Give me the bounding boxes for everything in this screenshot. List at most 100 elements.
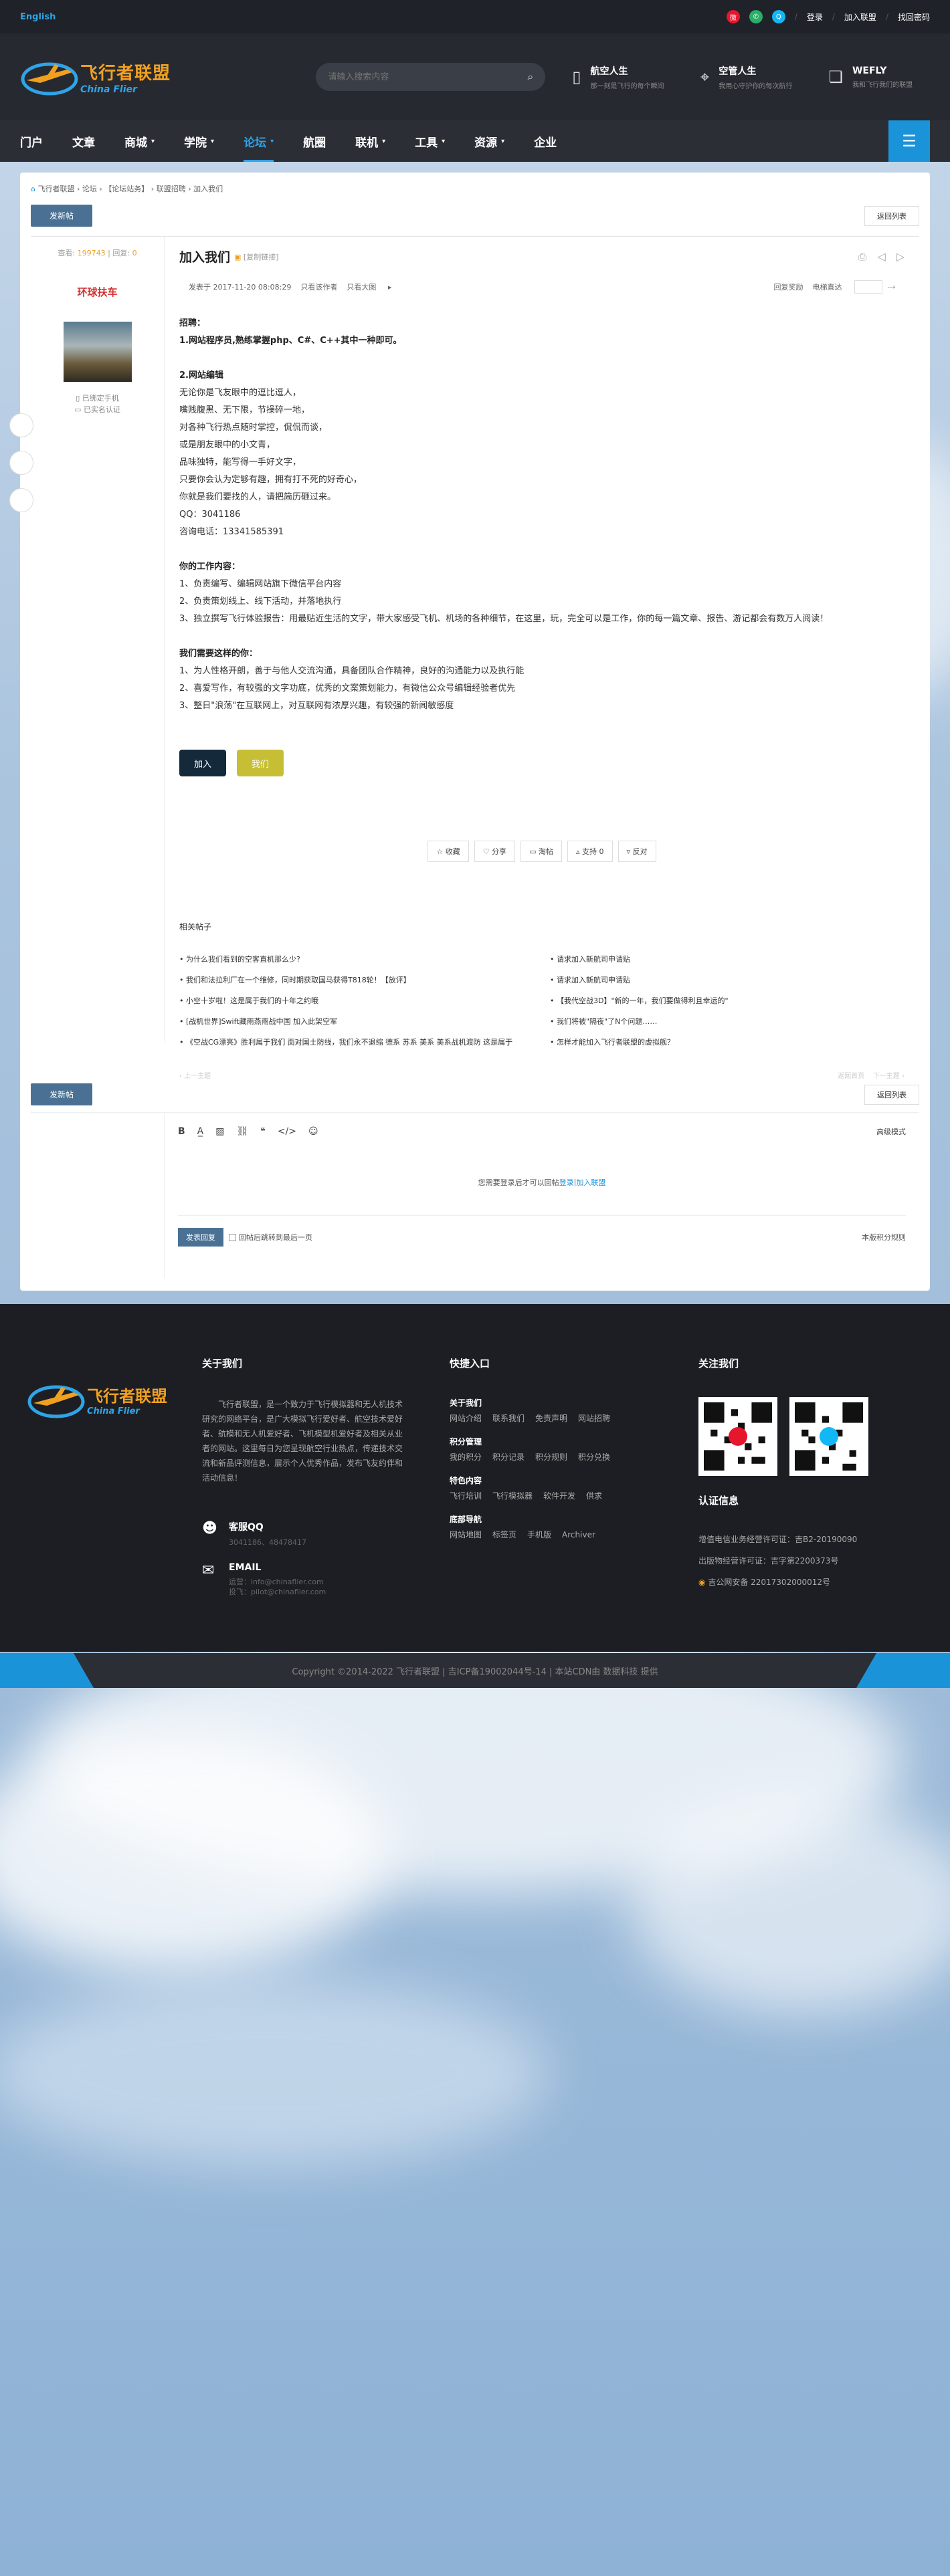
related-item[interactable]: • 怎样才能加入飞行者联盟的虚拟舰？ (550, 1037, 884, 1047)
top-bar: English 微 ✆ Q / 登录 / 加入联盟 / 找回密码 (0, 0, 950, 33)
header-link-wefly[interactable]: ❏ WEFLY 我和飞行我们的联盟 (828, 66, 930, 89)
radar-icon: ⌖ (700, 68, 710, 86)
go-icon[interactable]: ⤏ (888, 282, 895, 292)
support-button[interactable]: ▵ 支持 0 (567, 841, 613, 862)
prev-topic-link[interactable]: ‹ 上一主题 (179, 1070, 211, 1080)
emoji-icon[interactable]: ☺ (308, 1126, 318, 1137)
search-icon[interactable]: ⌕ (527, 70, 533, 84)
home-icon[interactable]: ⌂ (31, 185, 35, 193)
thread-pager: ‹ 上一主题 返回首页 下一主题 › (179, 1070, 905, 1080)
quote-icon[interactable]: ❝ (260, 1126, 266, 1137)
floor-input[interactable] (854, 280, 882, 294)
nav-item-academy[interactable]: 学院 ▾ (184, 120, 214, 162)
post-line: 无论你是飞友眼中的逗比逗人， (179, 388, 302, 398)
search-box: ⌕ (316, 63, 546, 91)
next-thread-icon[interactable]: ▷ (896, 250, 905, 263)
related-item[interactable]: • 小空十岁啦！这是属于我们的十年之约哦 (179, 995, 550, 1006)
side-tool-button[interactable] (9, 488, 33, 512)
image-icon[interactable]: ▨ (215, 1126, 224, 1137)
nav-item-forum[interactable]: 论坛 ▾ (244, 120, 274, 162)
related-item[interactable]: • 【我代空战3D】"新的一年，我们要做得利且幸运的" (550, 995, 884, 1006)
post: 查看: 199743 | 回复: 0 环球扶车 ▯ 已绑定手机 ▭ 已实名认证 … (31, 236, 919, 1091)
back-to-list-button[interactable]: 返回列表 (864, 205, 919, 226)
qq-icon: ☻ (202, 1520, 217, 1537)
prev-thread-icon[interactable]: ◁ (877, 250, 885, 263)
side-tool-button[interactable] (9, 413, 33, 437)
nav-item-enterprise[interactable]: 企业 (534, 120, 557, 162)
nav-item-online[interactable]: 联机 ▾ (355, 120, 385, 162)
join-link-reply[interactable]: 加入联盟 (576, 1177, 605, 1188)
related-item[interactable]: • 请求加入新航司申请贴 (550, 974, 884, 985)
header-link-aviation[interactable]: ▯ 航空人生 那一刻是飞行的每个瞬间 (572, 64, 674, 90)
copyright-bar: Copyright ©2014-2022 飞行者联盟 | 吉ICP备190020… (0, 1653, 950, 1688)
reply-textarea[interactable]: 您需要登录后才可以回帖 登录 | 加入联盟 (178, 1149, 906, 1216)
qq-icon[interactable]: Q (771, 10, 785, 23)
nav-item-circle[interactable]: 航圈 (303, 120, 326, 162)
bold-icon[interactable]: B (178, 1126, 185, 1137)
nav-item-portal[interactable]: 门户 (20, 120, 43, 162)
post-line: 我们需要这样的你： (179, 649, 258, 659)
home-link[interactable]: 返回首页 (838, 1073, 864, 1080)
related-item[interactable]: • 请求加入新航司申请贴 (550, 954, 884, 964)
nav-item-resources[interactable]: 资源 ▾ (474, 120, 504, 162)
nav-item-tools[interactable]: 工具 ▾ (415, 120, 445, 162)
post-line: 嘴贱腹黑、无下限，节操碎一地， (179, 405, 310, 415)
breadcrumb: ⌂ 飞行者联盟 › 论坛 › 【论坛站务】 › 联盟招聘 › 加入我们 (31, 185, 223, 193)
avatar[interactable] (63, 322, 132, 382)
footer-logo[interactable]: 飞行者联盟 China Flier (27, 1376, 167, 1423)
search-input[interactable] (328, 72, 528, 82)
submit-reply-button[interactable]: 发表回复 (178, 1228, 223, 1247)
post-line: 对各种飞行热点随时掌控，侃侃而谈， (179, 423, 328, 433)
link-icon[interactable]: ⛓ (236, 1126, 248, 1137)
related-item[interactable]: • 《空战CG漂亮》胜利属于我们 面对国土防线，我们永不退缩 德系 苏系 美系 … (179, 1037, 550, 1047)
new-post-button[interactable]: 发新帖 (31, 205, 93, 227)
weibo-qr-code (698, 1397, 777, 1476)
weibo-icon[interactable]: 微 (726, 10, 740, 23)
related-item[interactable]: • [战机世界]Swift藏雨燕雨战中国 加入此架空军 (179, 1016, 550, 1027)
chevron-right-icon: ▸ (387, 283, 392, 292)
related-item[interactable]: • 我们和法拉利厂在一个维修，同时期获取国马获得T818轮！【放评】 (179, 974, 550, 985)
next-topic-link[interactable]: 下一主题 › (873, 1073, 905, 1080)
nav-item-articles[interactable]: 文章 (72, 120, 95, 162)
about-us-button[interactable]: 我们 (237, 750, 284, 776)
wechat-icon[interactable]: ✆ (749, 10, 763, 23)
nav-item-shop[interactable]: 商城 ▾ (124, 120, 155, 162)
favorite-button[interactable]: ☆ 收藏 (428, 841, 469, 862)
join-link[interactable]: 加入联盟 (844, 11, 876, 23)
jump-last-checkbox[interactable] (229, 1233, 236, 1241)
new-post-button-bottom[interactable]: 发新帖 (31, 1083, 93, 1105)
author-panel: 查看: 199743 | 回复: 0 环球扶车 ▯ 已绑定手机 ▭ 已实名认证 (31, 237, 165, 1043)
related-item[interactable]: • 为什么我们看到的空客直机那么少? (179, 954, 550, 964)
collect-button[interactable]: ▭ 淘帖 (520, 841, 563, 862)
site-logo[interactable]: 飞行者联盟 China Flier (20, 53, 172, 100)
login-link-reply[interactable]: 登录 (559, 1177, 574, 1188)
post-line: QQ：3041186 (179, 510, 241, 520)
forgot-password-link[interactable]: 找回密码 (898, 11, 930, 23)
points-rules-link[interactable]: 本版积分规则 (862, 1232, 906, 1243)
oppose-button[interactable]: ▿ 反对 (618, 841, 656, 862)
font-color-icon[interactable]: A̲ (197, 1126, 204, 1137)
join-button[interactable]: 加入 (179, 750, 226, 776)
post-line: 3、独立撰写飞行体验报告：用最贴近生活的文字，带大家感受飞机、机场的各种细节，在… (179, 614, 829, 624)
copy-link[interactable]: ▣ [复制链接] (234, 251, 279, 262)
back-to-list-button-bottom[interactable]: 返回列表 (864, 1084, 919, 1105)
related-item[interactable]: • 我们将被"隔夜"了N个问题…… (550, 1016, 884, 1027)
advanced-mode-link[interactable]: 高级模式 (876, 1126, 906, 1137)
post-line: 1、为人性格开朗，善于与他人交流沟通，具备团队合作精神，良好的沟通能力以及执行能 (179, 666, 525, 676)
logo-en-text: China Flier (80, 84, 137, 95)
print-icon[interactable]: ⎙ (858, 250, 867, 263)
language-switch[interactable]: English (20, 12, 56, 22)
code-icon[interactable]: </> (278, 1126, 296, 1137)
chevron-down-icon: ▾ (151, 137, 155, 145)
menu-icon[interactable]: ☰ (888, 120, 930, 162)
login-link[interactable]: 登录 (807, 11, 823, 23)
site-header: 飞行者联盟 China Flier ⌕ ▯ 航空人生那一刻是飞行的每个瞬间 ⌖ … (0, 33, 950, 120)
side-tool-button[interactable] (9, 451, 33, 475)
author-name[interactable]: 环球扶车 (31, 285, 164, 299)
share-button[interactable]: ♡ 分享 (474, 841, 516, 862)
post-line: 招聘： (179, 318, 206, 328)
verify-badges: ▯ 已绑定手机 ▭ 已实名认证 (74, 394, 120, 414)
chevron-down-icon: ▾ (501, 137, 505, 145)
header-link-atc[interactable]: ⌖ 空管人生 我用心守护你的每次航行 (700, 64, 802, 90)
